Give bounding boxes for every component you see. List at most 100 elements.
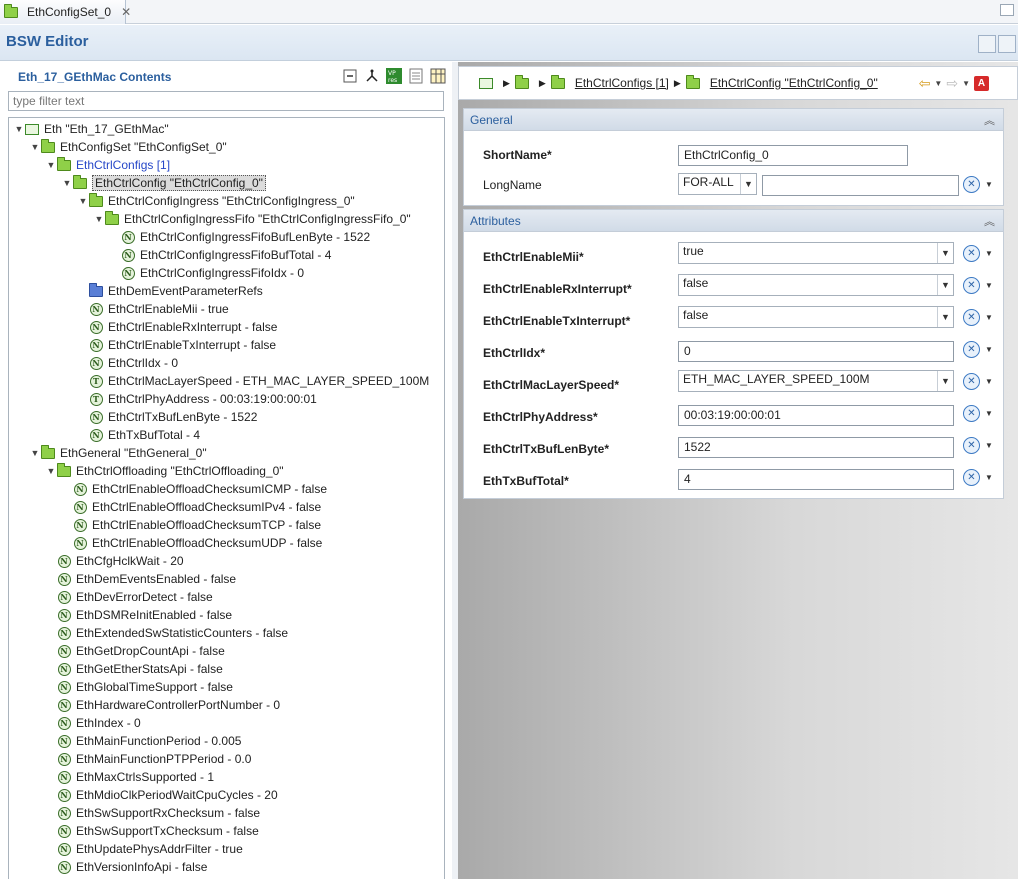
tree-item[interactable]: N EthGetEtherStatsApi - false bbox=[45, 660, 223, 678]
tree-item[interactable]: ▼ EthGeneral "EthGeneral_0" bbox=[29, 444, 207, 462]
attribute-field[interactable]: 1522 bbox=[678, 437, 954, 458]
tree-item[interactable]: N EthMdioClkPeriodWaitCpuCycles - 20 bbox=[45, 786, 278, 804]
view-menu-icon[interactable] bbox=[998, 35, 1016, 53]
chevron-down-icon[interactable]: ▼ bbox=[937, 275, 953, 295]
expand-arrow-icon[interactable]: ▼ bbox=[13, 124, 25, 134]
tab-ethconfigset[interactable]: EthConfigSet_0 ✕ bbox=[0, 0, 131, 24]
tree-item[interactable]: N EthCtrlConfigIngressFifoIdx - 0 bbox=[109, 264, 304, 282]
chevron-down-icon[interactable]: ▼ bbox=[740, 174, 756, 194]
collapse-all-icon[interactable] bbox=[342, 68, 358, 84]
forward-dropdown-icon[interactable]: ▼ bbox=[962, 79, 970, 88]
chevron-right-icon[interactable]: ▶ bbox=[503, 78, 510, 89]
wrench-icon[interactable]: ✕ bbox=[963, 373, 980, 390]
options-dropdown-icon[interactable]: ▼ bbox=[985, 313, 993, 322]
forward-arrow-icon[interactable]: ⇨ bbox=[946, 75, 958, 92]
wrench-icon[interactable]: ✕ bbox=[963, 176, 980, 193]
maximize-icon[interactable] bbox=[1000, 4, 1014, 16]
tree-item[interactable]: ▼ Eth "Eth_17_GEthMac" bbox=[13, 120, 169, 138]
tree-item[interactable]: N EthCtrlEnableOffloadChecksumICMP - fals… bbox=[61, 480, 327, 498]
tree-item[interactable]: ▼ EthCtrlConfigs [1] bbox=[45, 156, 170, 174]
back-arrow-icon[interactable]: ⇦ bbox=[919, 75, 931, 92]
tree-item[interactable]: N EthDemEventsEnabled - false bbox=[45, 570, 236, 588]
attribute-field[interactable]: 00:03:19:00:00:01 bbox=[678, 405, 954, 426]
tree-item[interactable]: N EthCtrlEnableOffloadChecksumTCP - false bbox=[61, 516, 321, 534]
tree-item[interactable]: N EthGetDropCountApi - false bbox=[45, 642, 225, 660]
tree-item[interactable]: N EthIndex - 0 bbox=[45, 714, 141, 732]
breadcrumb-ethctrlconfigs[interactable]: EthCtrlConfigs [1] bbox=[575, 76, 669, 90]
tree-item[interactable]: N EthDSMReInitEnabled - false bbox=[45, 606, 232, 624]
tree-item[interactable]: N EthVersionInfoApi - false bbox=[45, 858, 207, 876]
breadcrumb-ethctrlconfig[interactable]: EthCtrlConfig "EthCtrlConfig_0" bbox=[710, 76, 878, 90]
tree-item[interactable]: ▼ EthCtrlConfigIngressFifo "EthCtrlConfig… bbox=[93, 210, 411, 228]
chevron-down-icon[interactable]: ▼ bbox=[937, 307, 953, 327]
tree-item[interactable]: N EthExtendedSwStatisticCounters - false bbox=[45, 624, 288, 642]
tree-item[interactable]: N EthCtrlEnableOffloadChecksumUDP - false bbox=[61, 534, 322, 552]
chevron-right-icon[interactable]: ▶ bbox=[539, 78, 546, 89]
expand-arrow-icon[interactable]: ▼ bbox=[45, 466, 57, 476]
wrench-icon[interactable]: ✕ bbox=[963, 437, 980, 454]
wrench-icon[interactable]: ✕ bbox=[963, 469, 980, 486]
wrench-icon[interactable]: ✕ bbox=[963, 245, 980, 262]
error-badge-icon[interactable]: A bbox=[974, 76, 989, 91]
tree-item[interactable]: N EthSwSupportRxChecksum - false bbox=[45, 804, 260, 822]
tree-item[interactable]: ▼ EthConfigSet "EthConfigSet_0" bbox=[29, 138, 227, 156]
tree-item[interactable]: N EthHardwareControllerPortNumber - 0 bbox=[45, 696, 280, 714]
chevron-right-icon[interactable]: ▶ bbox=[674, 78, 681, 89]
tree-item[interactable]: T EthCtrlMacLayerSpeed - ETH_MAC_LAYER_SP… bbox=[77, 372, 429, 390]
clipboard-check-icon[interactable] bbox=[978, 35, 996, 53]
options-dropdown-icon[interactable]: ▼ bbox=[985, 377, 993, 386]
chevron-down-icon[interactable]: ▼ bbox=[937, 243, 953, 263]
attribute-select[interactable]: false ▼ bbox=[678, 306, 954, 328]
options-dropdown-icon[interactable]: ▼ bbox=[985, 345, 993, 354]
tree-item[interactable]: N EthUpdatePhysAddrFilter - true bbox=[45, 840, 243, 858]
tree-item[interactable]: ▼ EthCtrlConfigIngress "EthCtrlConfigIngr… bbox=[77, 192, 355, 210]
wrench-icon[interactable]: ✕ bbox=[963, 405, 980, 422]
expand-arrow-icon[interactable]: ▼ bbox=[61, 178, 73, 188]
close-icon[interactable]: ✕ bbox=[121, 5, 131, 19]
tree-item[interactable]: N EthSwSupportTxChecksum - false bbox=[45, 822, 259, 840]
expand-arrow-icon[interactable]: ▼ bbox=[29, 448, 41, 458]
options-dropdown-icon[interactable]: ▼ bbox=[985, 281, 993, 290]
attribute-select[interactable]: false ▼ bbox=[678, 274, 954, 296]
attribute-select[interactable]: ETH_MAC_LAYER_SPEED_100M ▼ bbox=[678, 370, 954, 392]
tree-item[interactable]: N EthMainFunctionPeriod - 0.005 bbox=[45, 732, 241, 750]
attribute-select[interactable]: true ▼ bbox=[678, 242, 954, 264]
back-dropdown-icon[interactable]: ▼ bbox=[934, 79, 942, 88]
tree-item[interactable]: N EthCtrlEnableTxInterrupt - false bbox=[77, 336, 276, 354]
tree-item[interactable]: N EthCtrlConfigIngressFifoBufTotal - 4 bbox=[109, 246, 331, 264]
tree-item[interactable]: N EthTxBufTotal - 4 bbox=[77, 426, 200, 444]
longname-field[interactable] bbox=[762, 175, 959, 196]
tree-item[interactable]: T EthCtrlPhyAddress - 00:03:19:00:00:01 bbox=[77, 390, 317, 408]
filter-input[interactable]: type filter text bbox=[8, 91, 444, 111]
wrench-icon[interactable]: ✕ bbox=[963, 341, 980, 358]
options-dropdown-icon[interactable]: ▼ bbox=[985, 249, 993, 258]
collapse-icon[interactable]: ︽ bbox=[984, 112, 995, 128]
tree-item[interactable]: N EthCtrlIdx - 0 bbox=[77, 354, 178, 372]
options-dropdown-icon[interactable]: ▼ bbox=[985, 441, 993, 450]
tree-item[interactable]: N EthGlobalTimeSupport - false bbox=[45, 678, 233, 696]
expand-arrow-icon[interactable]: ▼ bbox=[29, 142, 41, 152]
tree-item[interactable]: N EthCtrlEnableOffloadChecksumIPv4 - fals… bbox=[61, 498, 321, 516]
tree-item[interactable]: N EthCtrlEnableRxInterrupt - false bbox=[77, 318, 277, 336]
expand-arrow-icon[interactable]: ▼ bbox=[77, 196, 89, 206]
collapse-icon[interactable]: ︽ bbox=[984, 213, 995, 229]
tree-item[interactable]: ▼ EthCtrlConfig "EthCtrlConfig_0" bbox=[61, 174, 266, 192]
document-icon[interactable] bbox=[408, 68, 424, 84]
tree-item[interactable]: N EthMaxCtrlsSupported - 1 bbox=[45, 768, 214, 786]
tree-item[interactable]: N EthMainFunctionPTPPeriod - 0.0 bbox=[45, 750, 251, 768]
tree-item[interactable]: ▼ EthCtrlOffloading "EthCtrlOffloading_0" bbox=[45, 462, 284, 480]
chevron-down-icon[interactable]: ▼ bbox=[937, 371, 953, 391]
wrench-icon[interactable]: ✕ bbox=[963, 309, 980, 326]
options-dropdown-icon[interactable]: ▼ bbox=[985, 473, 993, 482]
tree-item[interactable]: N EthCfgHclkWait - 20 bbox=[45, 552, 184, 570]
options-dropdown-icon[interactable]: ▼ bbox=[985, 409, 993, 418]
longname-lang-select[interactable]: FOR-ALL ▼ bbox=[678, 173, 757, 195]
hierarchy-icon[interactable] bbox=[364, 68, 380, 84]
attribute-field[interactable]: 4 bbox=[678, 469, 954, 490]
wrench-icon[interactable]: ✕ bbox=[963, 277, 980, 294]
attribute-field[interactable]: 0 bbox=[678, 341, 954, 362]
tree-item[interactable]: N EthDevErrorDetect - false bbox=[45, 588, 213, 606]
tree-item[interactable]: N EthCtrlConfigIngressFifoBufLenByte - 15… bbox=[109, 228, 370, 246]
options-dropdown-icon[interactable]: ▼ bbox=[985, 180, 993, 189]
tree-item[interactable]: N EthCtrlEnableMii - true bbox=[77, 300, 229, 318]
